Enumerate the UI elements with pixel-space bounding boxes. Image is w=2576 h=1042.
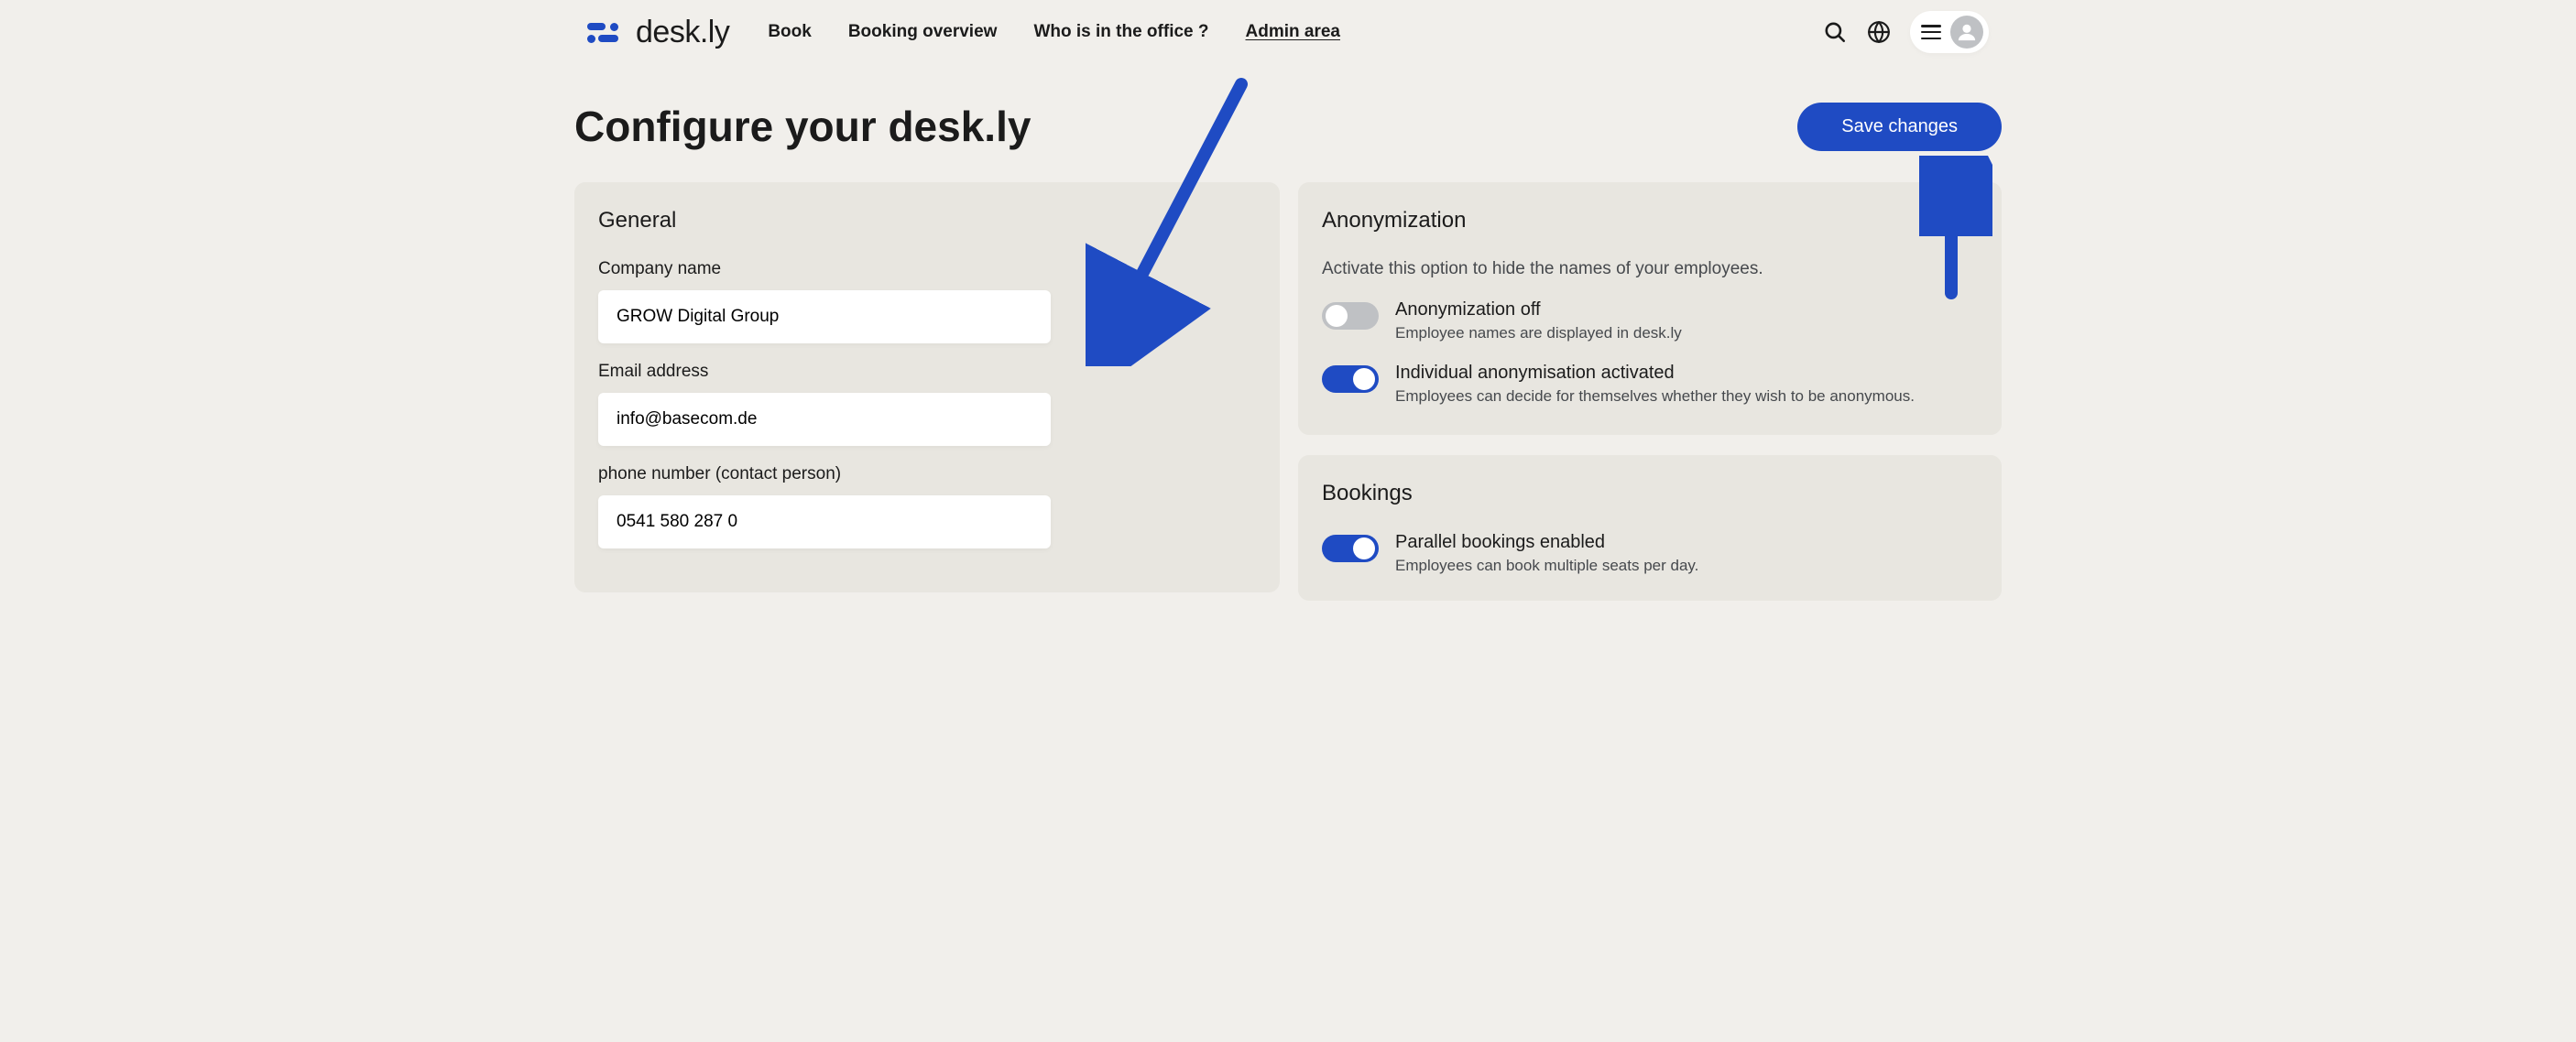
page-title: Configure your desk.ly (574, 103, 1031, 150)
logo[interactable]: desk.ly (587, 16, 729, 48)
toggle-individual-anon-switch[interactable] (1322, 365, 1379, 393)
anonymization-desc: Activate this option to hide the names o… (1322, 259, 1978, 279)
header: desk.ly Book Booking overview Who is in … (574, 0, 2002, 64)
general-title: General (598, 208, 1256, 233)
nav-admin[interactable]: Admin area (1246, 22, 1340, 42)
nav-who[interactable]: Who is in the office ? (1033, 22, 1208, 42)
avatar-icon (1950, 16, 1983, 49)
logo-text: desk.ly (636, 16, 729, 48)
toggle-parallel-bookings-desc: Employees can book multiple seats per da… (1395, 557, 1698, 575)
menu-icon (1921, 25, 1941, 39)
toggle-anonymization-off-desc: Employee names are displayed in desk.ly (1395, 324, 1682, 342)
company-label: Company name (598, 259, 1256, 279)
toggle-anonymization-off: Anonymization off Employee names are dis… (1322, 299, 1978, 342)
content-columns: General Company name Email address phone… (574, 182, 2002, 601)
email-label: Email address (598, 362, 1256, 382)
anonymization-panel: Anonymization Activate this option to hi… (1298, 182, 2002, 435)
nav-overview[interactable]: Booking overview (848, 22, 998, 42)
phone-input[interactable] (598, 495, 1051, 548)
main-nav: Book Booking overview Who is in the offi… (768, 22, 1340, 42)
phone-label: phone number (contact person) (598, 464, 1256, 484)
toggle-parallel-bookings-title: Parallel bookings enabled (1395, 532, 1698, 553)
user-menu[interactable] (1910, 11, 1989, 53)
toggle-individual-anon-title: Individual anonymisation activated (1395, 363, 1915, 384)
title-row: Configure your desk.ly Save changes (574, 64, 2002, 182)
toggle-anonymization-off-switch[interactable] (1322, 302, 1379, 330)
search-icon[interactable] (1822, 19, 1848, 45)
right-column: Anonymization Activate this option to hi… (1298, 182, 2002, 601)
bookings-title: Bookings (1322, 481, 1978, 506)
logo-mark-icon (587, 19, 628, 45)
toggle-individual-anon-desc: Employees can decide for themselves whet… (1395, 387, 1915, 406)
header-actions (1822, 11, 1994, 53)
globe-icon[interactable] (1866, 19, 1892, 45)
toggle-anonymization-off-title: Anonymization off (1395, 299, 1682, 320)
toggle-parallel-bookings-switch[interactable] (1322, 535, 1379, 562)
company-input[interactable] (598, 290, 1051, 343)
toggle-individual-anon: Individual anonymisation activated Emplo… (1322, 363, 1978, 406)
nav-book[interactable]: Book (768, 22, 812, 42)
anonymization-title: Anonymization (1322, 208, 1978, 233)
email-input[interactable] (598, 393, 1051, 446)
toggle-parallel-bookings: Parallel bookings enabled Employees can … (1322, 532, 1978, 575)
bookings-panel: Bookings Parallel bookings enabled Emplo… (1298, 455, 2002, 601)
general-panel: General Company name Email address phone… (574, 182, 1280, 592)
save-button[interactable]: Save changes (1797, 103, 2002, 151)
